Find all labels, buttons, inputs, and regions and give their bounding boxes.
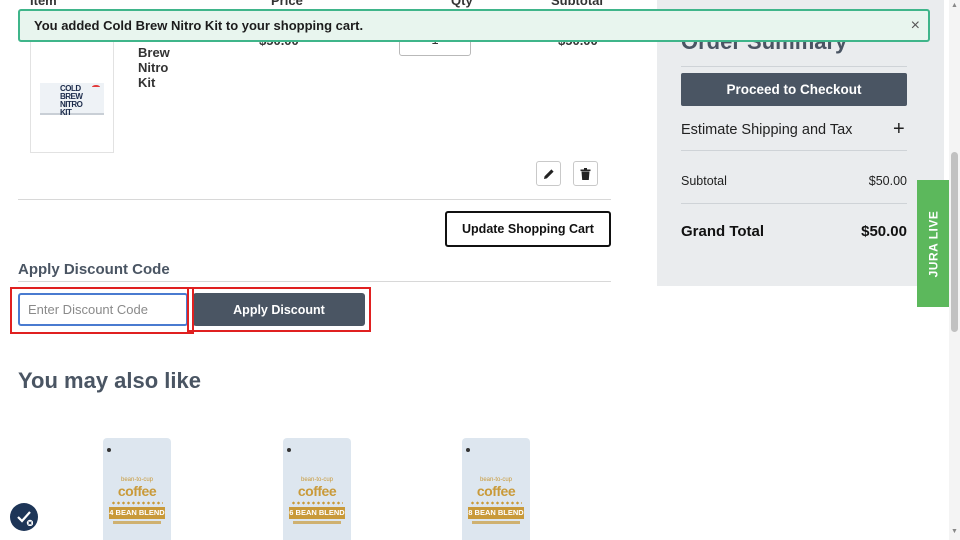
- product-thumbnail[interactable]: COLD BREW NITRO KIT: [30, 40, 114, 153]
- jura-live-label: JURA LIVE: [926, 210, 941, 277]
- product-blend: 8 BEAN BLEND: [468, 507, 524, 519]
- product-blend: 6 BEAN BLEND: [289, 507, 345, 519]
- divider: [681, 203, 907, 204]
- delete-item-button[interactable]: [573, 161, 598, 186]
- discount-title: Apply Discount Code: [18, 261, 170, 278]
- related-product-card[interactable]: bean-to-cup coffee 6 BEAN BLEND: [283, 438, 351, 540]
- column-header-qty: Qty: [451, 0, 473, 8]
- trash-icon: [580, 167, 591, 180]
- related-product-card[interactable]: bean-to-cup coffee 4 BEAN BLEND: [103, 438, 171, 540]
- update-cart-button[interactable]: Update Shopping Cart: [445, 211, 611, 247]
- divider: [18, 199, 611, 200]
- divider: [681, 66, 907, 67]
- scroll-down-icon[interactable]: ▼: [951, 528, 958, 535]
- pencil-icon: [543, 168, 554, 179]
- success-message-text: You added Cold Brew Nitro Kit to your sh…: [34, 18, 364, 33]
- column-header-item: Item: [30, 0, 57, 8]
- jura-live-tab[interactable]: JURA LIVE: [917, 180, 949, 307]
- grand-total-value: $50.00: [861, 223, 907, 240]
- plus-icon[interactable]: +: [893, 118, 905, 141]
- close-icon[interactable]: ×: [911, 17, 920, 35]
- scrollbar-thumb[interactable]: [951, 152, 958, 332]
- edit-item-button[interactable]: [536, 161, 561, 186]
- apply-discount-button[interactable]: Apply Discount: [193, 293, 365, 326]
- related-products-title: You may also like: [18, 368, 202, 393]
- product-name: coffee: [297, 483, 337, 499]
- discount-code-input[interactable]: [18, 293, 188, 326]
- related-product-card[interactable]: bean-to-cup coffee 8 BEAN BLEND: [462, 438, 530, 540]
- subtotal-label: Subtotal: [681, 174, 727, 188]
- column-header-subtotal: Subtotal: [551, 0, 603, 8]
- proceed-to-checkout-button[interactable]: Proceed to Checkout: [681, 73, 907, 106]
- success-message: You added Cold Brew Nitro Kit to your sh…: [18, 9, 930, 42]
- product-blend: 4 BEAN BLEND: [109, 507, 165, 519]
- estimate-shipping-toggle[interactable]: Estimate Shipping and Tax: [681, 122, 852, 138]
- thumbnail-text: COLD BREW NITRO KIT: [60, 84, 83, 117]
- verified-badge-icon[interactable]: [10, 503, 38, 531]
- order-summary-panel: Order Summary Proceed to Checkout Estima…: [657, 0, 944, 286]
- product-name: coffee: [476, 483, 516, 499]
- divider: [681, 150, 907, 151]
- checkmark-icon: [17, 511, 33, 526]
- divider: [18, 281, 611, 282]
- product-name: coffee: [117, 483, 157, 499]
- scroll-up-icon[interactable]: ▲: [951, 2, 958, 9]
- grand-total-label: Grand Total: [681, 223, 765, 240]
- subtotal-value: $50.00: [868, 174, 907, 188]
- column-header-price: Price: [271, 0, 303, 8]
